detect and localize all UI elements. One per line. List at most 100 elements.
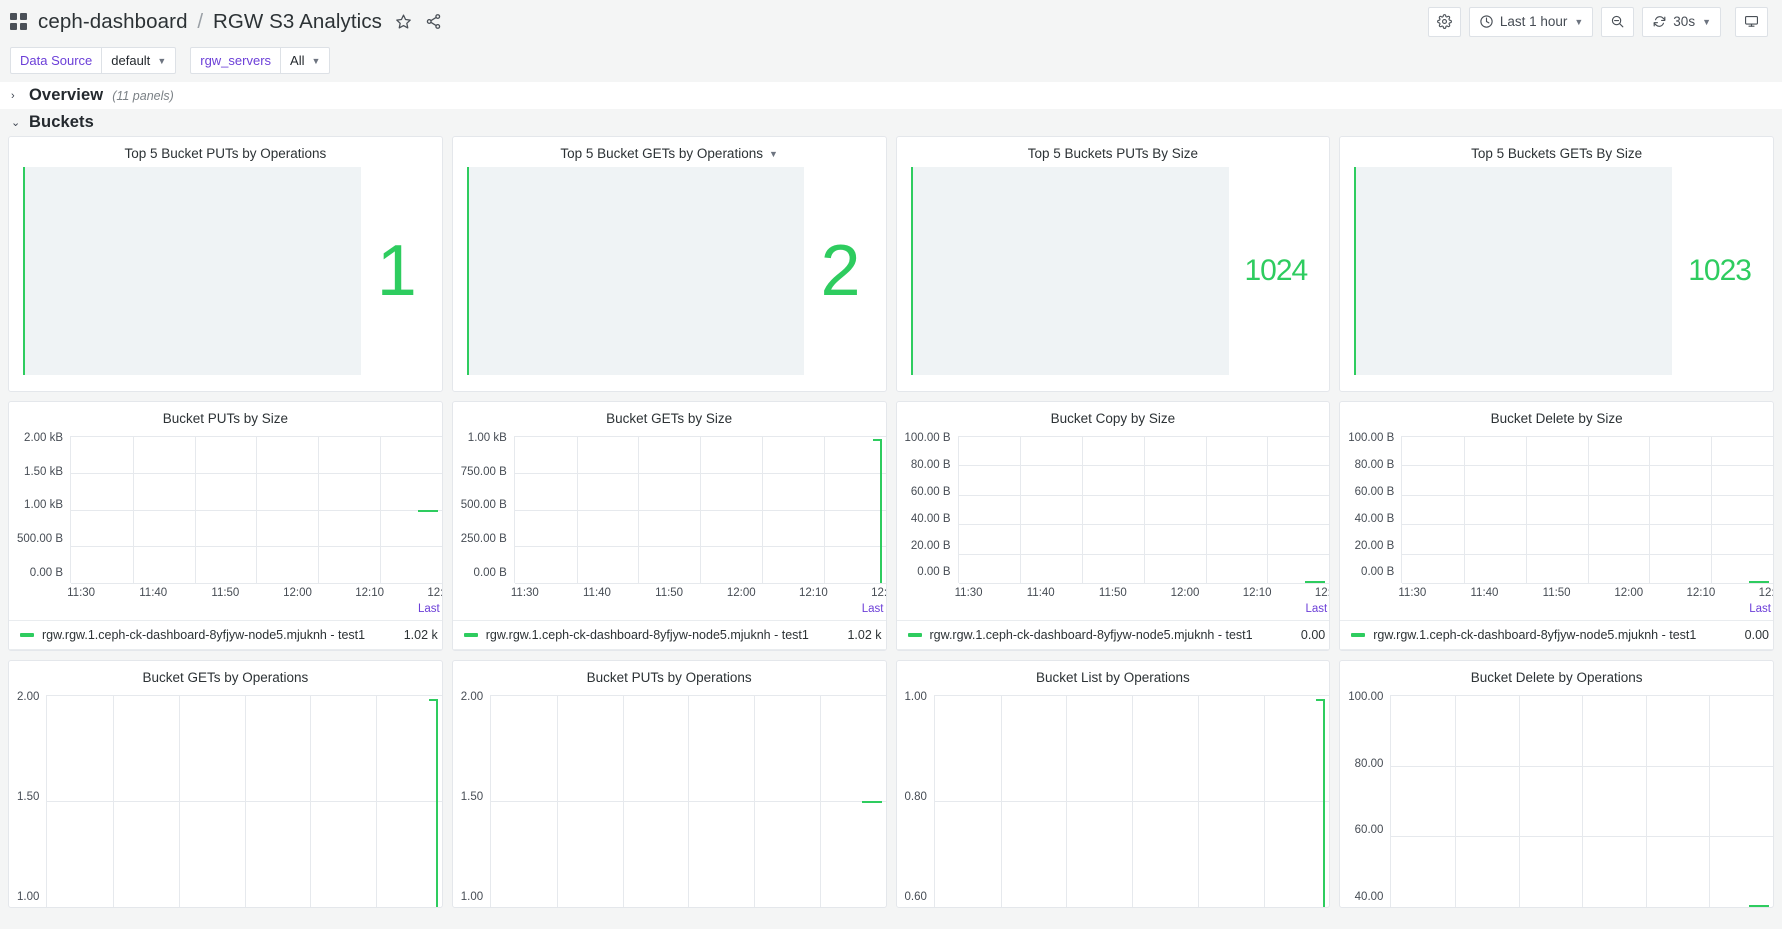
timeseries-body: 100.00 B 80.00 B 60.00 B 40.00 B 20.00 B 0.00…: [896, 432, 1330, 650]
y-axis-tick: 2.00 kB: [24, 432, 64, 444]
plot-canvas[interactable]: [513, 436, 886, 584]
gridline-horizontal: [47, 907, 441, 908]
panel-title[interactable]: Top 5 Buckets GETs By Size: [1340, 137, 1773, 167]
breadcrumb-org[interactable]: ceph-dashboard: [38, 10, 188, 33]
share-icon[interactable]: [425, 13, 442, 30]
y-axis-tick: 40.00 B: [1354, 512, 1395, 525]
y-axis-tick: 40.00 B: [910, 512, 951, 525]
y-axis-tick: 1.50 kB: [24, 465, 64, 478]
panel-title[interactable]: Bucket PUTs by Size: [9, 402, 442, 432]
gridline-vertical: [1464, 436, 1466, 583]
gridline-vertical: [1587, 436, 1589, 583]
variable-select-datasource[interactable]: default ▼: [102, 47, 177, 74]
variable-label-rgw-servers: rgw_servers: [190, 47, 282, 74]
gridline-vertical: [1518, 695, 1520, 907]
plot-area: 100.00 B 80.00 B 60.00 B 40.00 B 20.00 B 0.00…: [1340, 432, 1774, 584]
timeseries-body: 1.00 0.80 0.60: [897, 691, 1330, 907]
panel-title-text: Bucket PUTs by Size: [162, 411, 289, 426]
refresh-controls[interactable]: 30s ▼: [1642, 6, 1721, 37]
gridline-vertical: [1082, 436, 1084, 583]
stat-panel-body: 1: [9, 167, 442, 391]
legend-color-swatch[interactable]: [20, 633, 34, 637]
panel-title-text: Top 5 Buckets GETs By Size: [1471, 146, 1643, 161]
plot-canvas[interactable]: [933, 695, 1330, 907]
plot-canvas[interactable]: [957, 436, 1330, 584]
time-range-picker[interactable]: Last 1 hour ▼: [1468, 6, 1594, 37]
timeseries-panel: Bucket Copy by Size 100.00 B 80.00 B 60.00 …: [895, 401, 1331, 651]
plot-canvas[interactable]: [1401, 436, 1774, 584]
panel-row-by-size: Bucket PUTs by Size 2.00 kB 1.50 kB 1.00 kB…: [8, 401, 1774, 651]
y-axis: 100.00 B 80.00 B 60.00 B 40.00 B 20.00 B 0.00…: [1340, 432, 1401, 583]
x-axis-tick: 12:00: [283, 587, 312, 599]
x-axis-tick: 11:30: [510, 587, 539, 599]
x-axis-tick: 11:50: [655, 587, 684, 599]
legend-header-last: Last: [1749, 603, 1771, 615]
timeseries-panel: Bucket PUTs by Operations 2.00 1.50 1.00: [451, 660, 887, 908]
star-icon[interactable]: [395, 13, 412, 30]
panel-title[interactable]: Bucket List by Operations: [897, 661, 1330, 691]
y-axis: 2.00 kB 1.50 kB 1.00 kB 500.00 B 0.00 B: [9, 432, 70, 583]
stat-value: 1023: [1688, 254, 1752, 287]
plot-area: 1.00 0.80 0.60: [897, 691, 1330, 907]
gridline-vertical: [688, 695, 690, 907]
y-axis-tick: 750.00 B: [460, 465, 507, 478]
y-axis-tick: 80.00: [1354, 757, 1384, 770]
plot-canvas[interactable]: [70, 436, 442, 584]
gridline-vertical: [556, 695, 558, 907]
y-axis-tick: 0.00 B: [917, 566, 951, 579]
x-axis-tick: 11:40: [1470, 587, 1499, 599]
legend-item[interactable]: rgw.rgw.1.ceph-ck-dashboard-8yfjyw-node5…: [9, 620, 442, 650]
y-axis-tick: 100.00: [1348, 691, 1384, 703]
y-axis-tick: 500.00 B: [460, 499, 507, 512]
legend-color-swatch[interactable]: [907, 633, 922, 637]
timeseries-panel: Bucket PUTs by Size 2.00 kB 1.50 kB 1.00 kB…: [8, 401, 443, 651]
panel-title[interactable]: Bucket GETs by Size: [453, 402, 886, 432]
chevron-right-icon: ›: [11, 89, 15, 102]
variable-select-rgw-servers[interactable]: All ▼: [281, 47, 331, 74]
y-axis-tick: 80.00 B: [1354, 458, 1395, 471]
gridline-vertical: [376, 695, 378, 907]
panel-title[interactable]: Top 5 Buckets PUTs By Size: [897, 137, 1330, 167]
legend-color-swatch[interactable]: [1351, 633, 1366, 637]
panel-title[interactable]: Bucket Copy by Size: [897, 402, 1330, 432]
legend-item[interactable]: rgw.rgw.1.ceph-ck-dashboard-8yfjyw-node5…: [1340, 620, 1773, 650]
legend-color-swatch[interactable]: [463, 633, 478, 637]
gridline-vertical: [823, 436, 825, 583]
panel-title[interactable]: Bucket PUTs by Operations: [453, 661, 886, 691]
row-header-buckets[interactable]: ⌄ Buckets: [0, 109, 1782, 136]
panel-title[interactable]: Bucket Delete by Operations: [1340, 661, 1773, 691]
timeseries-body: 2.00 kB 1.50 kB 1.00 kB 500.00 B 0.00 B 11:30…: [9, 432, 442, 650]
zoom-out-time-button[interactable]: [1601, 6, 1635, 37]
row-header-overview[interactable]: › Overview (11 panels): [0, 82, 1782, 109]
plot-canvas[interactable]: [46, 695, 442, 908]
grid-icon[interactable]: [10, 13, 27, 30]
dashboard-settings-button[interactable]: [1427, 6, 1461, 37]
panel-title[interactable]: Top 5 Bucket GETs by Operations ▼: [453, 137, 886, 167]
panel-title[interactable]: Top 5 Bucket PUTs by Operations: [9, 137, 442, 167]
sparkline-area: [1354, 167, 1673, 375]
legend-item[interactable]: rgw.rgw.1.ceph-ck-dashboard-8yfjyw-node5…: [452, 620, 886, 650]
gridline-vertical: [1773, 436, 1774, 583]
kiosk-mode-button[interactable]: [1735, 6, 1768, 37]
panel-title[interactable]: Bucket Delete by Size: [1340, 402, 1773, 432]
y-axis-tick: 60.00: [1354, 824, 1384, 836]
chevron-down-icon: ▼: [1702, 16, 1711, 27]
gridline-vertical: [1329, 695, 1330, 907]
legend-item[interactable]: rgw.rgw.1.ceph-ck-dashboard-8yfjyw-node5…: [896, 620, 1330, 650]
series-line: [861, 801, 882, 803]
plot-canvas[interactable]: [490, 695, 886, 907]
chevron-down-icon: ▼: [157, 55, 167, 66]
gridline-vertical: [379, 436, 381, 583]
series-line: [1749, 905, 1769, 907]
variable-value-rgw-servers: All: [290, 53, 305, 68]
plot-canvas[interactable]: [1390, 695, 1774, 907]
row-title-overview: Overview: [29, 86, 104, 104]
y-axis-tick: 1.00: [17, 890, 40, 903]
gridline-vertical: [1066, 695, 1068, 907]
legend-header-last: Last: [861, 603, 884, 615]
x-axis-tick: 12:20: [1314, 587, 1329, 599]
legend-series-name: rgw.rgw.1.ceph-ck-dashboard-8yfjyw-node5…: [1373, 628, 1697, 642]
page-title: RGW S3 Analytics: [212, 9, 383, 33]
panel-menu-chevron-icon[interactable]: ▼: [769, 149, 778, 159]
panel-title[interactable]: Bucket GETs by Operations: [9, 661, 442, 691]
